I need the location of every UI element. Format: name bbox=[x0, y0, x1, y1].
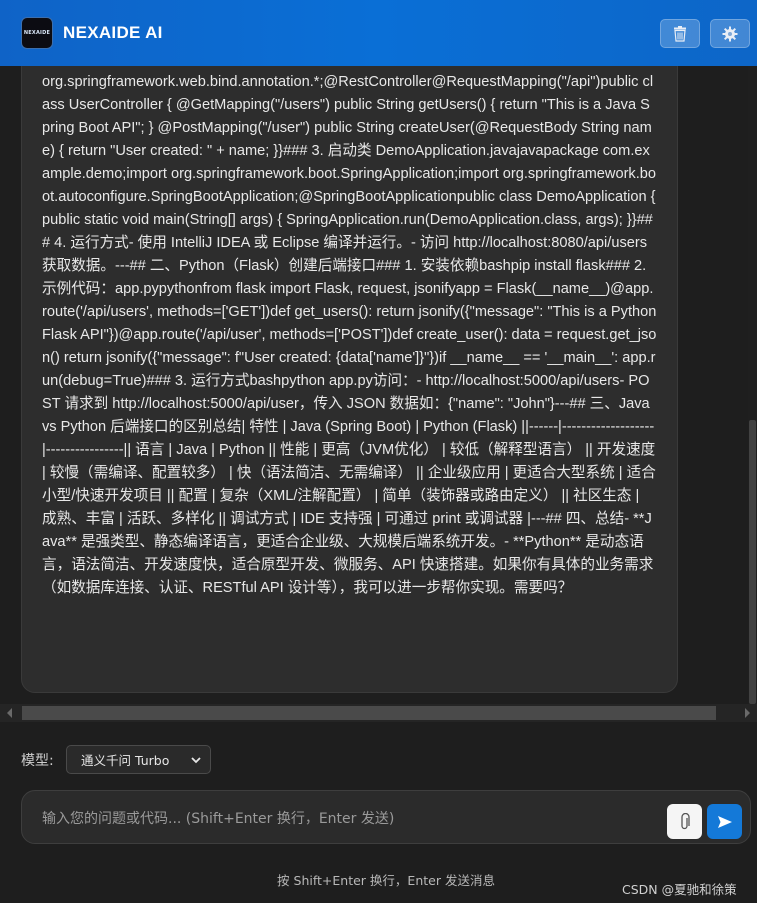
scroll-left-arrow-icon[interactable] bbox=[7, 708, 12, 718]
vertical-scrollbar-thumb[interactable] bbox=[749, 420, 756, 704]
scroll-right-arrow-icon[interactable] bbox=[745, 708, 750, 718]
vertical-scrollbar[interactable] bbox=[748, 66, 757, 704]
send-icon bbox=[717, 815, 732, 828]
model-label: 模型: bbox=[21, 753, 54, 769]
logo-text: NEXAIDE bbox=[23, 30, 51, 36]
model-selected-value: 通义千问 Turbo bbox=[81, 753, 170, 768]
horizontal-scrollbar-thumb[interactable] bbox=[22, 706, 716, 720]
chat-scroll-area[interactable]: org.springframework.web.bind.annotation.… bbox=[0, 66, 757, 704]
settings-button[interactable] bbox=[710, 19, 750, 48]
horizontal-scrollbar[interactable] bbox=[0, 704, 757, 722]
app-logo: NEXAIDE bbox=[21, 17, 53, 49]
message-input-container[interactable]: 输入您的问题或代码... (Shift+Enter 换行，Enter 发送) bbox=[21, 790, 751, 844]
csdn-watermark: CSDN @夏驰和徐策 bbox=[622, 882, 737, 897]
app-title: NEXAIDE AI bbox=[63, 23, 163, 42]
chevron-down-icon bbox=[191, 757, 201, 764]
app-window: NEXAIDE NEXAIDE AI org.springframework.w… bbox=[0, 0, 757, 903]
send-button[interactable] bbox=[707, 804, 742, 839]
paperclip-icon bbox=[680, 812, 690, 829]
assistant-message-bubble: org.springframework.web.bind.annotation.… bbox=[21, 66, 678, 693]
clear-chat-button[interactable] bbox=[660, 19, 700, 48]
trash-icon bbox=[674, 25, 686, 42]
assistant-message-text: org.springframework.web.bind.annotation.… bbox=[42, 74, 657, 596]
attach-button[interactable] bbox=[667, 804, 702, 839]
app-header: NEXAIDE NEXAIDE AI bbox=[0, 0, 757, 66]
gear-icon bbox=[722, 26, 738, 41]
model-select[interactable]: 通义千问 Turbo bbox=[66, 745, 211, 774]
message-input[interactable]: 输入您的问题或代码... (Shift+Enter 换行，Enter 发送) bbox=[42, 808, 394, 828]
